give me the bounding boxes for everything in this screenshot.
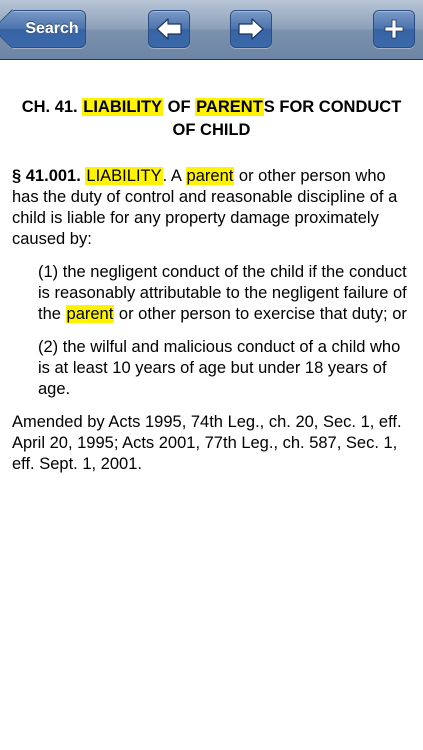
search-highlight: parent <box>65 305 115 323</box>
section-number: § 41.001. <box>12 167 81 185</box>
amendment-history: Amended by Acts 1995, 74th Leg., ch. 20,… <box>12 412 411 475</box>
section-text: . A <box>162 167 186 185</box>
previous-section-button[interactable] <box>148 10 190 48</box>
navigation-bar: Search <box>0 0 423 60</box>
section-paragraph: § 41.001. LIABILITY. A parent or other p… <box>12 166 411 250</box>
subsection-1: (1) the negligent conduct of the child i… <box>12 262 411 325</box>
chapter-mid: OF <box>163 98 196 116</box>
search-highlight: parent <box>185 167 235 185</box>
search-highlight: LIABILITY <box>82 98 164 116</box>
chapter-title: CH. 41. LIABILITY OF PARENTS FOR CONDUCT… <box>12 96 411 142</box>
statute-content: CH. 41. LIABILITY OF PARENTS FOR CONDUCT… <box>0 60 423 475</box>
arrow-right-icon <box>238 18 264 40</box>
subsection-text: or other person to exercise that duty; o… <box>114 305 407 323</box>
next-section-button[interactable] <box>230 10 272 48</box>
plus-icon <box>384 19 404 39</box>
search-back-button[interactable]: Search <box>8 10 86 48</box>
add-button[interactable] <box>373 10 415 48</box>
arrow-left-icon <box>156 18 182 40</box>
chapter-prefix: CH. 41. <box>21 98 83 116</box>
search-highlight: LIABILITY <box>85 167 163 185</box>
subsection-2: (2) the wilful and malicious conduct of … <box>12 337 411 400</box>
search-back-label: Search <box>25 20 79 37</box>
amendment-text: Amended by Acts 1995, 74th Leg., ch. 20,… <box>12 413 402 473</box>
subsection-text: (2) the wilful and malicious conduct of … <box>38 338 401 398</box>
search-highlight: PARENT <box>195 98 264 116</box>
